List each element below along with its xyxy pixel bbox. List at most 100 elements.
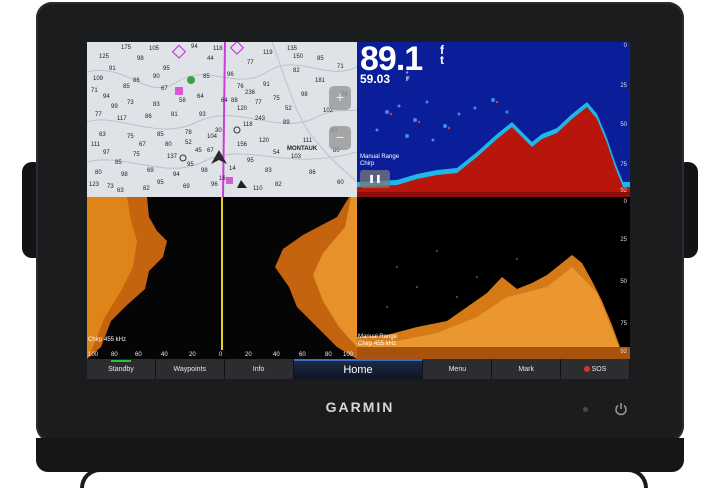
waypoints-label: Waypoints bbox=[173, 365, 206, 373]
sidevu-tick: 20 bbox=[189, 352, 196, 358]
chart-sounding: 93 bbox=[199, 112, 206, 118]
info-label: Info bbox=[252, 365, 265, 373]
chart-sounding: 120 bbox=[259, 138, 270, 144]
chart-sounding: 135 bbox=[287, 46, 298, 52]
mark-button[interactable]: Mark bbox=[492, 359, 562, 379]
sos-button[interactable]: SOS bbox=[561, 359, 630, 379]
chart-sounding: 60 bbox=[337, 180, 344, 186]
clearvu-scale-92: 92 bbox=[620, 349, 627, 355]
chart-sounding: 243 bbox=[255, 116, 266, 122]
chart-sounding: 75 bbox=[133, 152, 140, 158]
chart-sounding: 44 bbox=[207, 56, 214, 62]
zoom-in-button[interactable]: + bbox=[329, 86, 351, 110]
sidevu-tick: 40 bbox=[273, 352, 280, 358]
chart-sounding: 120 bbox=[237, 106, 248, 112]
chart-sounding: 52 bbox=[185, 140, 192, 146]
clearvu-scale-75: 75 bbox=[620, 321, 627, 327]
chart-sounding: 95 bbox=[157, 180, 164, 186]
chart-sounding: 236 bbox=[245, 90, 256, 96]
frequency-label: Chirp bbox=[360, 161, 375, 167]
chart-sounding: 137 bbox=[167, 154, 178, 160]
chart-sounding: 98 bbox=[301, 92, 308, 98]
chart-sounding: 109 bbox=[93, 76, 104, 82]
chart-sounding: 111 bbox=[303, 138, 313, 144]
chart-sounding: 85 bbox=[123, 84, 130, 90]
navigation-chart-pane[interactable]: 175 105 125 98 91 95 109 86 44 135 85 82… bbox=[87, 42, 357, 197]
sidevu-graphic bbox=[87, 197, 357, 359]
chart-sounding: 58 bbox=[179, 98, 186, 104]
clearvu-graphic bbox=[357, 197, 630, 359]
display-screen: 175 105 125 98 91 95 109 86 44 135 85 82… bbox=[87, 42, 630, 379]
chart-sounding: 83 bbox=[265, 168, 272, 174]
standby-button[interactable]: Standby bbox=[87, 359, 156, 379]
chart-sounding: 16 bbox=[219, 176, 226, 182]
chart-sounding: 96 bbox=[227, 72, 234, 78]
pause-button[interactable]: ❚❚ bbox=[360, 170, 390, 188]
clearvu-scale-0: 0 bbox=[623, 199, 627, 205]
chart-sounding: 118 bbox=[243, 122, 253, 128]
chart-sounding: 123 bbox=[89, 182, 100, 188]
chart-sounding: 82 bbox=[275, 182, 282, 188]
menu-button[interactable]: Menu bbox=[423, 359, 493, 379]
info-button[interactable]: Info bbox=[225, 359, 294, 379]
chart-sounding: 85 bbox=[203, 74, 210, 80]
chart-sounding: 67 bbox=[207, 148, 214, 154]
chart-sounding: 181 bbox=[315, 78, 326, 84]
standby-label: Standby bbox=[108, 365, 134, 373]
menu-label: Menu bbox=[448, 365, 467, 373]
chart-sounding: 150 bbox=[293, 54, 304, 60]
sidevu-tick: 20 bbox=[245, 352, 252, 358]
depth-unit: ft bbox=[440, 43, 444, 67]
chart-sounding: 110 bbox=[253, 186, 263, 192]
chart-sounding: 77 bbox=[247, 60, 254, 66]
chart-sounding: 73 bbox=[107, 184, 114, 190]
chart-sounding: 64 bbox=[221, 98, 228, 104]
mark-label: Mark bbox=[518, 365, 534, 373]
chart-sounding: 67 bbox=[161, 86, 168, 92]
sidevu-tick: 100 bbox=[343, 352, 354, 358]
chart-sounding: 78 bbox=[185, 130, 192, 136]
chart-sounding: 14 bbox=[229, 166, 236, 172]
chart-sounding: 117 bbox=[117, 116, 127, 122]
place-label-montauk: MONTAUK bbox=[287, 146, 318, 152]
chart-sounding: 103 bbox=[291, 154, 302, 160]
home-button[interactable]: Home bbox=[293, 359, 424, 379]
chart-sounding: 105 bbox=[149, 46, 160, 52]
chart-sounding: 94 bbox=[191, 44, 198, 50]
traditional-sonar-pane[interactable]: 89.1 ft 59.03 ° F Manual Range Chirp ❚❚ 0… bbox=[357, 42, 630, 197]
chart-sounding: 77 bbox=[95, 112, 102, 118]
sidevu-sonar-pane[interactable]: Chirp 455 kHz 100 80 60 40 20 0 20 40 60… bbox=[87, 197, 357, 359]
depth-scale-75: 75 bbox=[620, 162, 627, 168]
depth-scale-25: 25 bbox=[620, 83, 627, 89]
chart-sounding: 89 bbox=[283, 120, 290, 126]
sos-label: SOS bbox=[591, 365, 607, 373]
standby-indicator bbox=[111, 360, 131, 362]
bezel-bottom bbox=[36, 438, 684, 472]
sidevu-tick: 80 bbox=[111, 352, 118, 358]
sidevu-tick: 80 bbox=[325, 352, 332, 358]
waypoints-button[interactable]: Waypoints bbox=[156, 359, 225, 379]
clearvu-frequency-label: Chirp 455 kHz bbox=[358, 341, 397, 347]
chart-sounding: 119 bbox=[263, 50, 273, 56]
chart-sounding: 86 bbox=[309, 170, 316, 176]
sonar-mode-info: Manual Range Chirp bbox=[360, 154, 399, 168]
sidevu-range-scale: 100 80 60 40 20 0 20 40 60 80 100 bbox=[87, 350, 357, 359]
chart-sounding: 82 bbox=[293, 68, 300, 74]
zoom-out-button[interactable]: − bbox=[329, 126, 351, 150]
chart-sounding: 82 bbox=[143, 186, 150, 192]
chart-sounding: 96 bbox=[211, 182, 218, 188]
sidevu-tick: 40 bbox=[161, 352, 168, 358]
chart-sounding: 64 bbox=[197, 94, 204, 100]
chart-sounding: 54 bbox=[273, 150, 280, 156]
chart-sounding: 118 bbox=[213, 46, 223, 52]
chart-sounding: 86 bbox=[145, 114, 152, 120]
chart-sounding: 98 bbox=[137, 56, 144, 62]
chart-sounding: 94 bbox=[103, 94, 110, 100]
chart-sounding: 52 bbox=[285, 106, 292, 112]
chart-sounding: 77 bbox=[255, 100, 262, 106]
chart-sounding: 69 bbox=[147, 168, 154, 174]
power-button[interactable] bbox=[614, 402, 628, 416]
sidevu-tick: 60 bbox=[299, 352, 306, 358]
status-led bbox=[583, 407, 588, 412]
clearvu-sonar-pane[interactable]: Manual Range Chirp 455 kHz 0 25 50 75 92 bbox=[357, 197, 630, 359]
